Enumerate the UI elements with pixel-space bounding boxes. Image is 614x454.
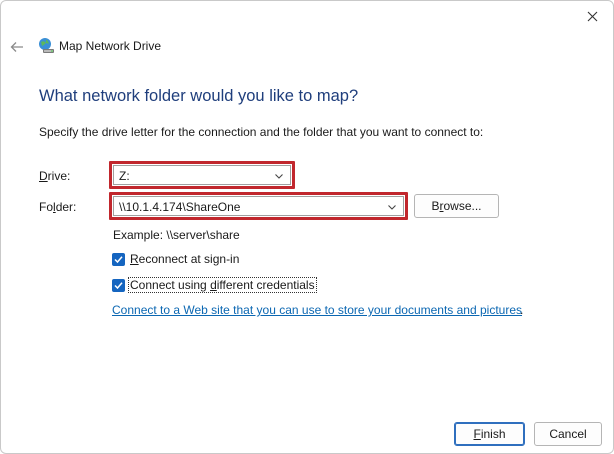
- browse-button[interactable]: Br owse...: [414, 194, 499, 218]
- folder-label: Folder:: [39, 200, 77, 214]
- window-title: Map Network Drive: [59, 39, 162, 53]
- close-button[interactable]: [571, 1, 613, 31]
- checkmark-icon: [114, 281, 123, 289]
- drive-label: Drive:: [39, 169, 71, 183]
- finish-button[interactable]: Finish: [454, 422, 525, 446]
- drive-value: Z:: [119, 169, 130, 183]
- different-credentials-checkbox[interactable]: Connect using different credentials: [112, 277, 317, 293]
- folder-combobox[interactable]: \\10.1.4.174\ShareOne: [113, 196, 404, 216]
- cancel-button[interactable]: Cancel: [534, 422, 602, 446]
- back-button[interactable]: [5, 35, 29, 59]
- drive-select[interactable]: Z:: [113, 165, 291, 185]
- web-site-link[interactable]: Connect to a Web site that you can use t…: [112, 303, 522, 317]
- different-credentials-label: Connect using different credentials: [128, 277, 317, 293]
- instructions-text: Specify the drive letter for the connect…: [39, 125, 484, 139]
- link-period: .: [520, 303, 524, 317]
- network-drive-icon: [39, 38, 54, 53]
- example-text: Example: \\server\share: [113, 228, 240, 242]
- checkbox-checked[interactable]: [112, 252, 125, 266]
- reconnect-label: Reconnect at sign-in: [130, 252, 240, 266]
- chevron-down-icon: [275, 174, 283, 179]
- checkmark-icon: [114, 255, 123, 263]
- reconnect-checkbox[interactable]: Reconnect at sign-in: [112, 251, 240, 267]
- checkbox-checked[interactable]: [112, 278, 125, 292]
- back-arrow-icon: [10, 42, 23, 52]
- page-heading: What network folder would you like to ma…: [39, 87, 359, 105]
- chevron-down-icon: [388, 205, 396, 210]
- close-icon: [587, 11, 597, 21]
- folder-value: \\10.1.4.174\ShareOne: [119, 200, 241, 214]
- map-network-drive-window: Map Network Drive What network folder wo…: [0, 0, 614, 454]
